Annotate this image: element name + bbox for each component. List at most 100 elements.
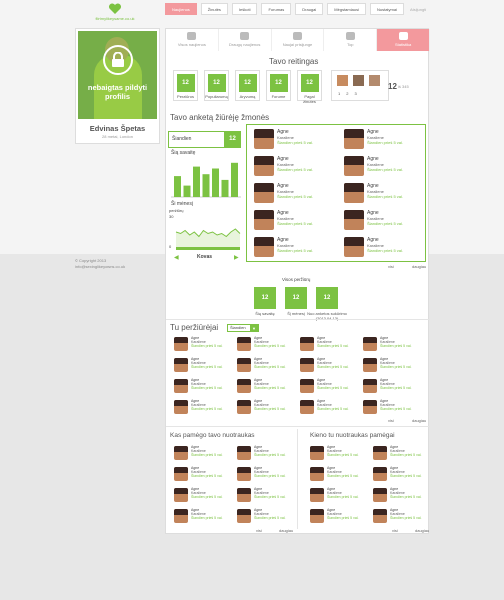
person-card[interactable]: Agne Karaliene Šiandien prieš 5 val.	[251, 128, 337, 152]
avatar	[174, 488, 188, 502]
person-card[interactable]: Agne Karaliene Šiandien prieš 5 val.	[251, 209, 337, 233]
person-seen: Šiandien prieš 5 val.	[380, 386, 412, 390]
avatar	[300, 379, 314, 393]
nav-item-forum[interactable]: Forumas	[261, 3, 292, 15]
views-month-value: 12	[285, 287, 307, 309]
avatar	[373, 467, 387, 481]
all-link[interactable]: visi	[388, 418, 394, 423]
person-seen: Šiandien prieš 5 val.	[367, 221, 404, 226]
site-logo[interactable]: flirtmylikeysame.co.uk	[92, 3, 138, 21]
person-card[interactable]: Agne Karaliene Šiandien prieš 5 val.	[237, 487, 295, 509]
prev-month-arrow[interactable]: ◀	[174, 254, 179, 261]
nav-item-favorites[interactable]: Mėgstamiausi	[327, 3, 366, 15]
rating-forum[interactable]: 12 Forume	[266, 70, 291, 101]
avatar	[363, 337, 377, 351]
chart-y-top: 30	[169, 214, 174, 219]
person-seen: Šiandien prieš 5 val.	[277, 140, 314, 145]
person-card[interactable]: Agne Karaliene Šiandien prieš 5 val.	[174, 378, 232, 400]
logo-text: flirtmylikeysame.co.uk	[95, 16, 135, 21]
activity-tabs: Visos naujienos Draugų naujienos Naujai …	[166, 29, 430, 51]
person-card[interactable]: Agne Karaliene Šiandien prieš 5 val.	[251, 155, 337, 179]
person-card[interactable]: Agne Karaliene Šiandien prieš 5 val.	[363, 378, 421, 400]
all-link[interactable]: visi	[256, 528, 262, 533]
person-seen: Šiandien prieš 5 val.	[327, 495, 359, 499]
person-card[interactable]: Agne Karaliene Šiandien prieš 5 val.	[174, 487, 232, 509]
more-link[interactable]: daugiau	[279, 528, 293, 533]
person-card[interactable]: Agne Karaliene Šiandien prieš 5 val.	[251, 182, 337, 206]
more-link[interactable]: daugiau	[412, 264, 426, 269]
person-card[interactable]: Agne Karaliene Šiandien prieš 5 val.	[237, 508, 295, 530]
nav-item-settings[interactable]: Nustatymai	[369, 3, 404, 15]
all-link[interactable]: visi	[392, 528, 398, 533]
person-card[interactable]: Agne Karaliene Šiandien prieš 5 val.	[363, 336, 421, 358]
person-card[interactable]: Agne Karaliene Šiandien prieš 5 val.	[174, 336, 232, 358]
rating-messages[interactable]: 12 Pagal žinutes	[297, 70, 322, 104]
person-card[interactable]: Agne Karaliene Šiandien prieš 5 val.	[373, 508, 431, 530]
person-card[interactable]: Agne Karaliene Šiandien prieš 5 val.	[174, 508, 232, 530]
person-card[interactable]: Agne Karaliene Šiandien prieš 5 val.	[174, 466, 232, 488]
heart-logo-icon	[108, 3, 122, 15]
nav-item-news[interactable]: Naujienos	[165, 3, 197, 15]
rank-value: 12	[388, 82, 397, 91]
tab-all-news[interactable]: Visos naujienos	[166, 29, 219, 51]
nav-item-friends[interactable]: Draugai	[295, 3, 324, 15]
avatar	[237, 446, 251, 460]
week-bar	[193, 166, 200, 197]
person-card[interactable]: Agne Karaliene Šiandien prieš 5 val.	[237, 445, 295, 467]
person-card[interactable]: Agne Karaliene Šiandien prieš 5 val.	[341, 182, 427, 206]
next-month-arrow[interactable]: ▶	[234, 254, 239, 261]
person-card[interactable]: Agne Karaliene Šiandien prieš 5 val.	[237, 357, 295, 379]
person-seen: Šiandien prieš 5 val.	[380, 407, 412, 411]
person-card[interactable]: Agne Karaliene Šiandien prieš 5 val.	[310, 445, 368, 467]
person-seen: Šiandien prieš 5 val.	[254, 453, 286, 457]
person-card[interactable]: Agne Karaliene Šiandien prieš 5 val.	[341, 209, 427, 233]
more-link[interactable]: daugiau	[412, 418, 426, 423]
person-seen: Šiandien prieš 5 val.	[367, 194, 404, 199]
footer-email[interactable]: info@sexinglikeyowns.co.uk	[75, 264, 125, 270]
person-card[interactable]: Agne Karaliene Šiandien prieš 5 val.	[237, 399, 295, 421]
tab-new-users[interactable]: Naujai prisijunge	[272, 29, 325, 51]
person-card[interactable]: Agne Karaliene Šiandien prieš 5 val.	[341, 128, 427, 152]
person-card[interactable]: Agne Karaliene Šiandien prieš 5 val.	[300, 378, 358, 400]
tab-statistics[interactable]: Statistika	[377, 29, 430, 51]
week-bar	[231, 162, 238, 197]
person-seen: Šiandien prieš 5 val.	[191, 365, 223, 369]
nav-item-messages[interactable]: Žinutės	[200, 3, 228, 15]
person-card[interactable]: Agne Karaliene Šiandien prieš 5 val.	[174, 399, 232, 421]
profile-photo[interactable]: nebaigtas pildyti profilis	[78, 31, 157, 119]
rating-activity[interactable]: 12 Aryvumą	[235, 70, 260, 101]
avatar	[310, 509, 324, 523]
top-ranking-box[interactable]: 123	[331, 70, 389, 101]
rating-views[interactable]: 12 Perziūros	[173, 70, 198, 101]
nav-item-search[interactable]: Ieškoti	[231, 3, 258, 15]
person-card[interactable]: Agne Karaliene Šiandien prieš 5 val.	[373, 466, 431, 488]
you-viewed-filter[interactable]: Šiandien ▼	[227, 324, 259, 332]
person-card[interactable]: Agne Karaliene Šiandien prieš 5 val.	[300, 399, 358, 421]
period-selector[interactable]: Šiandien 12	[168, 131, 241, 148]
person-card[interactable]: Agne Karaliene Šiandien prieš 5 val.	[237, 336, 295, 358]
person-card[interactable]: Agne Karaliene Šiandien prieš 5 val.	[237, 378, 295, 400]
person-card[interactable]: Agne Karaliene Šiandien prieš 5 val.	[310, 508, 368, 530]
person-card[interactable]: Agne Karaliene Šiandien prieš 5 val.	[363, 357, 421, 379]
avatar	[300, 337, 314, 351]
more-link[interactable]: daugiau	[415, 528, 429, 533]
person-card[interactable]: Agne Karaliene Šiandien prieš 5 val.	[341, 155, 427, 179]
person-card[interactable]: Agne Karaliene Šiandien prieš 5 val.	[300, 336, 358, 358]
tab-top[interactable]: Top	[324, 29, 378, 51]
person-card[interactable]: Agne Karaliene Šiandien prieš 5 val.	[300, 357, 358, 379]
rating-popularity[interactable]: 12 Populiarumą	[204, 70, 229, 101]
person-seen: Šiandien prieš 5 val.	[254, 407, 286, 411]
person-card[interactable]: Agne Karaliene Šiandien prieš 5 val.	[251, 236, 337, 260]
tab-friends-news[interactable]: Draugų naujienos	[219, 29, 272, 51]
person-card[interactable]: Agne Karaliene Šiandien prieš 5 val.	[237, 466, 295, 488]
person-card[interactable]: Agne Karaliene Šiandien prieš 5 val.	[174, 357, 232, 379]
person-card[interactable]: Agne Karaliene Šiandien prieš 5 val.	[310, 487, 368, 509]
person-card[interactable]: Agne Karaliene Šiandien prieš 5 val.	[373, 487, 431, 509]
person-card[interactable]: Agne Karaliene Šiandien prieš 5 val.	[310, 466, 368, 488]
all-link[interactable]: visi	[388, 264, 394, 269]
logout-link[interactable]: Atsijungti	[410, 7, 426, 12]
person-card[interactable]: Agne Karaliene Šiandien prieš 5 val.	[341, 236, 427, 260]
person-card[interactable]: Agne Karaliene Šiandien prieš 5 val.	[174, 445, 232, 467]
person-card[interactable]: Agne Karaliene Šiandien prieš 5 val.	[373, 445, 431, 467]
month-label: Ši mėnesį	[171, 201, 193, 207]
